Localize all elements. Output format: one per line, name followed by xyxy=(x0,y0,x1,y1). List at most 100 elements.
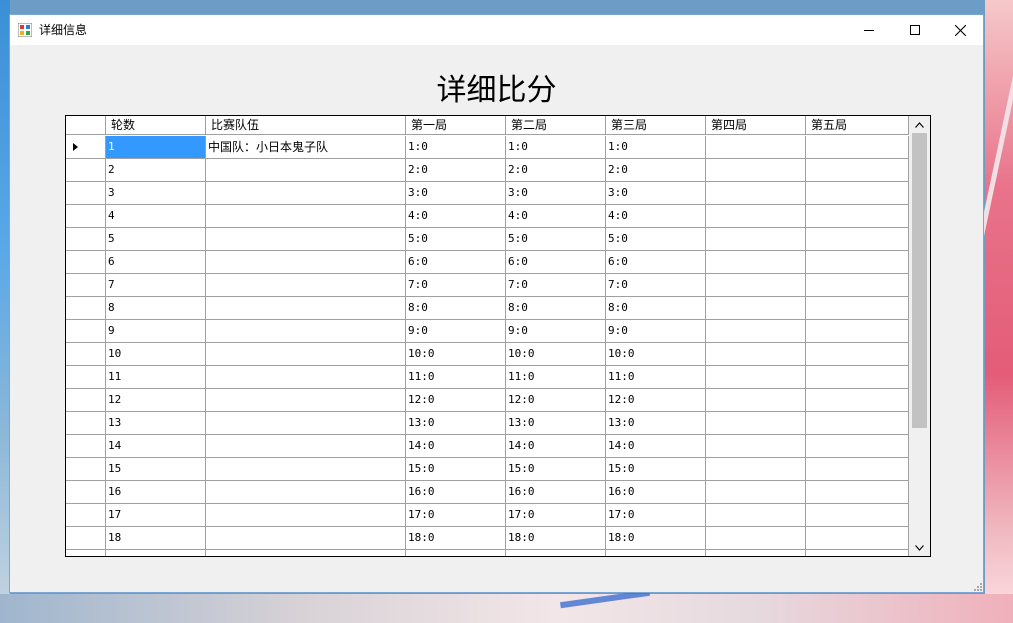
cell-game-3[interactable]: 9:0 xyxy=(606,320,706,343)
cell-game-5[interactable] xyxy=(806,389,909,412)
cell-game-5[interactable] xyxy=(806,205,909,228)
cell-game-5[interactable] xyxy=(806,412,909,435)
table-row[interactable]: 12 12:0 12:0 12:0 xyxy=(66,389,909,412)
cell-game-1[interactable]: 19:0 xyxy=(406,550,506,556)
cell-game-4[interactable] xyxy=(706,550,806,556)
cell-game-3[interactable]: 5:0 xyxy=(606,228,706,251)
row-header[interactable] xyxy=(66,159,106,182)
cell-game-3[interactable]: 7:0 xyxy=(606,274,706,297)
cell-game-4[interactable] xyxy=(706,389,806,412)
row-header[interactable] xyxy=(66,205,106,228)
cell-teams[interactable] xyxy=(206,550,406,556)
cell-game-2[interactable]: 14:0 xyxy=(506,435,606,458)
cell-game-3[interactable]: 16:0 xyxy=(606,481,706,504)
cell-game-2[interactable]: 3:0 xyxy=(506,182,606,205)
table-row[interactable]: 1919:019:019:0 xyxy=(66,550,909,556)
cell-teams[interactable] xyxy=(206,389,406,412)
cell-round[interactable]: 11 xyxy=(106,366,206,389)
cell-teams[interactable] xyxy=(206,435,406,458)
cell-game-1[interactable]: 17:0 xyxy=(406,504,506,527)
row-header[interactable] xyxy=(66,550,106,556)
cell-teams[interactable] xyxy=(206,504,406,527)
vertical-scrollbar[interactable] xyxy=(909,116,930,556)
cell-game-1[interactable]: 8:0 xyxy=(406,297,506,320)
column-header-teams[interactable]: 比赛队伍 xyxy=(206,116,406,135)
cell-round[interactable]: 12 xyxy=(106,389,206,412)
cell-game-2[interactable]: 11:0 xyxy=(506,366,606,389)
cell-round[interactable]: 19 xyxy=(106,550,206,556)
cell-game-5[interactable] xyxy=(806,481,909,504)
resize-grip-icon[interactable] xyxy=(972,581,982,591)
cell-game-1[interactable]: 13:0 xyxy=(406,412,506,435)
cell-game-4[interactable] xyxy=(706,458,806,481)
cell-game-2[interactable]: 4:0 xyxy=(506,205,606,228)
cell-game-3[interactable]: 3:0 xyxy=(606,182,706,205)
cell-game-4[interactable] xyxy=(706,504,806,527)
table-row[interactable]: 15 15:0 15:0 15:0 xyxy=(66,458,909,481)
cell-game-3[interactable]: 10:0 xyxy=(606,343,706,366)
cell-teams[interactable] xyxy=(206,481,406,504)
cell-round[interactable]: 1 xyxy=(106,136,206,159)
cell-game-1[interactable]: 1:0 xyxy=(406,136,506,159)
table-row[interactable]: 11 11:0 11:0 11:0 xyxy=(66,366,909,389)
cell-game-2[interactable]: 10:0 xyxy=(506,343,606,366)
cell-game-3[interactable]: 4:0 xyxy=(606,205,706,228)
cell-game-1[interactable]: 15:0 xyxy=(406,458,506,481)
cell-game-5[interactable] xyxy=(806,228,909,251)
cell-teams[interactable] xyxy=(206,274,406,297)
cell-game-2[interactable]: 8:0 xyxy=(506,297,606,320)
cell-round[interactable]: 2 xyxy=(106,159,206,182)
cell-game-2[interactable]: 16:0 xyxy=(506,481,606,504)
table-row[interactable]: 2 2:0 2:0 2:0 xyxy=(66,159,909,182)
cell-game-2[interactable]: 19:0 xyxy=(506,550,606,556)
cell-teams[interactable] xyxy=(206,527,406,550)
row-header[interactable] xyxy=(66,504,106,527)
cell-teams[interactable] xyxy=(206,159,406,182)
cell-game-1[interactable]: 5:0 xyxy=(406,228,506,251)
table-row[interactable]: 10 10:0 10:0 10:0 xyxy=(66,343,909,366)
table-row[interactable]: 16 16:0 16:0 16:0 xyxy=(66,481,909,504)
column-header-game-1[interactable]: 第一局 xyxy=(406,116,506,135)
cell-round[interactable]: 16 xyxy=(106,481,206,504)
grid-corner-header[interactable] xyxy=(66,116,106,135)
cell-teams[interactable]: 中国队：小日本鬼子队 xyxy=(206,136,406,159)
cell-game-3[interactable]: 17:0 xyxy=(606,504,706,527)
row-header[interactable] xyxy=(66,435,106,458)
cell-game-1[interactable]: 9:0 xyxy=(406,320,506,343)
cell-round[interactable]: 8 xyxy=(106,297,206,320)
row-header[interactable] xyxy=(66,527,106,550)
cell-game-2[interactable]: 18:0 xyxy=(506,527,606,550)
cell-game-4[interactable] xyxy=(706,320,806,343)
cell-game-4[interactable] xyxy=(706,251,806,274)
cell-game-2[interactable]: 9:0 xyxy=(506,320,606,343)
row-header[interactable] xyxy=(66,182,106,205)
cell-game-3[interactable]: 11:0 xyxy=(606,366,706,389)
cell-game-3[interactable]: 1:0 xyxy=(606,136,706,159)
row-header[interactable] xyxy=(66,320,106,343)
cell-game-2[interactable]: 2:0 xyxy=(506,159,606,182)
cell-game-5[interactable] xyxy=(806,182,909,205)
cell-round[interactable]: 7 xyxy=(106,274,206,297)
table-row[interactable]: 6 6:0 6:0 6:0 xyxy=(66,251,909,274)
table-row[interactable]: 1 中国队：小日本鬼子队 1:0 1:0 1:0 xyxy=(66,136,909,159)
table-row[interactable]: 14 14:0 14:0 14:0 xyxy=(66,435,909,458)
cell-round[interactable]: 13 xyxy=(106,412,206,435)
cell-game-4[interactable] xyxy=(706,343,806,366)
table-row[interactable]: 5 5:0 5:0 5:0 xyxy=(66,228,909,251)
cell-game-4[interactable] xyxy=(706,297,806,320)
cell-teams[interactable] xyxy=(206,366,406,389)
cell-game-4[interactable] xyxy=(706,527,806,550)
cell-game-2[interactable]: 15:0 xyxy=(506,458,606,481)
cell-game-1[interactable]: 3:0 xyxy=(406,182,506,205)
cell-game-2[interactable]: 13:0 xyxy=(506,412,606,435)
cell-game-5[interactable] xyxy=(806,527,909,550)
row-header[interactable] xyxy=(66,136,106,159)
cell-game-4[interactable] xyxy=(706,182,806,205)
cell-game-2[interactable]: 7:0 xyxy=(506,274,606,297)
cell-game-5[interactable] xyxy=(806,274,909,297)
cell-game-5[interactable] xyxy=(806,504,909,527)
cell-game-3[interactable]: 12:0 xyxy=(606,389,706,412)
cell-round[interactable]: 9 xyxy=(106,320,206,343)
scroll-up-button[interactable] xyxy=(909,116,930,133)
cell-teams[interactable] xyxy=(206,228,406,251)
